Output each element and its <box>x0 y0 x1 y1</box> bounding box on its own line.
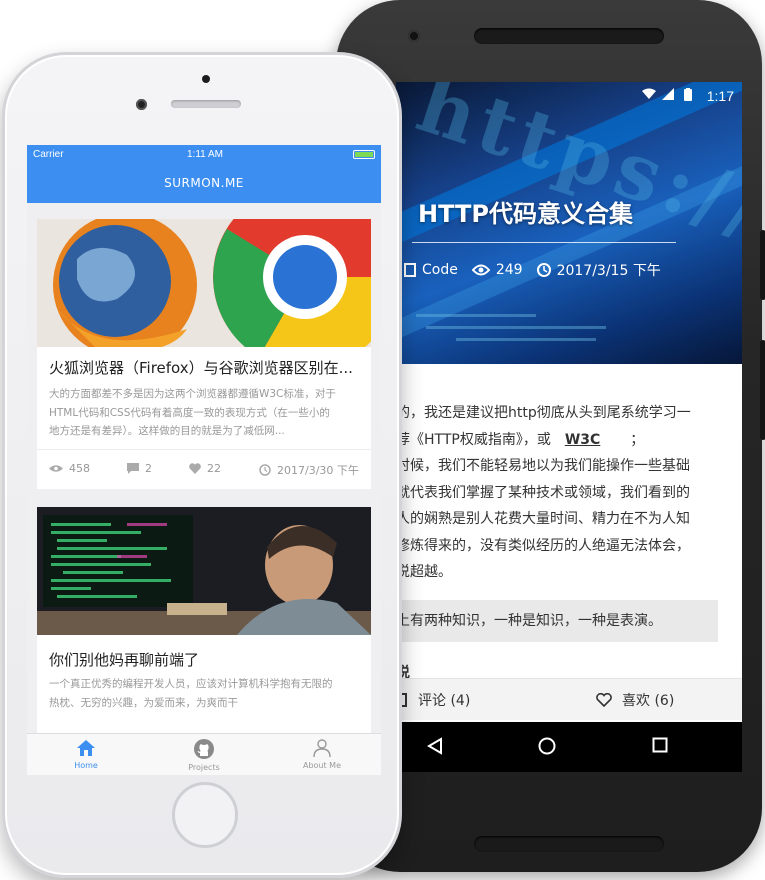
body-line: 荐《HTTP权威指南》，或 W3C； <box>396 431 645 448</box>
body-line: 时候，我们不能轻易地以为我们能操作一些基础 <box>396 458 690 474</box>
status-time: 1:17 <box>706 88 734 104</box>
views-meta: 458 <box>49 462 90 475</box>
heart-icon <box>189 463 201 474</box>
article-body: 的，我还是建议把http彻底从头到尾系统学习一 荐《HTTP权威指南》，或 W3C… <box>396 400 742 586</box>
post-title[interactable]: 你们别他妈再聊前端了 <box>49 649 199 670</box>
battery-icon <box>353 150 375 159</box>
status-time: 1:11 AM <box>187 149 223 160</box>
programmer-photo <box>37 507 371 635</box>
comment-icon <box>127 463 139 474</box>
article-meta: Code 249 2017/3/15 下午 <box>404 260 661 280</box>
top-speaker <box>474 28 664 44</box>
post-excerpt: 大的方面都差不多是因为这两个浏览器都遵循W3C标准，对于 HTML代码和CSS代… <box>49 388 336 437</box>
iphone-screen: Carrier 1:11 AM SURMON.ME 火狐浏览器（Firefox）… <box>27 145 381 775</box>
date-meta: 2017/3/15 下午 <box>536 260 661 280</box>
eye-icon <box>471 264 490 276</box>
body-line: 说超越。 <box>396 564 452 580</box>
recents-icon[interactable] <box>652 737 668 753</box>
back-icon[interactable] <box>426 737 444 755</box>
book-icon <box>404 263 416 277</box>
post-excerpt: 一个真正优秀的编程开发人员，应该对计算机科学抱有无限的 热枕、无穷的兴趣，为爱而… <box>49 678 333 709</box>
wifi-icon <box>642 88 656 104</box>
iphone: Carrier 1:11 AM SURMON.ME 火狐浏览器（Firefox）… <box>2 52 402 878</box>
article-actions: 评论 (4) 喜欢 (6) <box>396 678 742 720</box>
likes-meta[interactable]: 22 <box>189 462 221 475</box>
power-button <box>760 340 765 440</box>
tab-projects[interactable]: Projects <box>145 738 263 772</box>
home-button[interactable] <box>172 782 238 848</box>
body-line: 修炼得来的，没有类似经历的人绝逼无法体会， <box>396 537 690 554</box>
views-count: 249 <box>495 262 523 278</box>
browser-logos-image <box>37 219 371 347</box>
post-thumbnail <box>37 507 371 635</box>
heart-icon <box>596 693 612 707</box>
like-button[interactable]: 喜欢 (6) <box>596 690 674 710</box>
tab-about-me[interactable]: About Me <box>263 738 381 770</box>
date-meta: 2017/3/30 下午 <box>259 462 359 478</box>
signal-icon <box>662 88 674 104</box>
article-title: HTTP代码意义合集 <box>418 200 633 228</box>
tab-bar: Home Projects About Me <box>27 733 381 775</box>
user-icon <box>313 739 331 758</box>
body-line: 人的娴熟是别人花费大量时间、精力在不为人知 <box>396 511 690 527</box>
front-camera <box>408 30 420 42</box>
battery-icon <box>684 88 692 105</box>
bottom-speaker <box>474 836 664 852</box>
github-icon <box>194 739 214 759</box>
title-divider <box>412 242 676 243</box>
earpiece <box>171 100 241 108</box>
android-status-bar: 1:17 <box>396 82 742 110</box>
proximity-sensor <box>202 75 210 83</box>
app-header-title: SURMON.ME <box>27 165 381 203</box>
comments-meta[interactable]: 2 <box>127 462 152 475</box>
w3c-link[interactable]: W3C <box>565 432 600 448</box>
carrier-label: Carrier <box>33 149 64 160</box>
post-card[interactable]: 火狐浏览器（Firefox）与谷歌浏览器区别在... 大的方面都差不多是因为这两… <box>37 219 371 489</box>
ios-status-bar: Carrier 1:11 AM <box>27 145 381 165</box>
android-screen: https://www. 1:17 HTTP代码意义合集 Code 249 20… <box>396 82 742 772</box>
post-thumbnail <box>37 219 371 347</box>
post-meta: 458 2 22 2017/3/30 下午 <box>37 449 371 489</box>
tab-home[interactable]: Home <box>27 738 145 770</box>
post-title[interactable]: 火狐浏览器（Firefox）与谷歌浏览器区别在... <box>49 357 353 378</box>
comments-button[interactable]: 评论 (4) <box>396 690 470 710</box>
body-line: 就代表我们掌握了某种技术或领域，我们看到的 <box>396 484 690 501</box>
date-label: 2017/3/15 下午 <box>556 263 661 279</box>
post-card[interactable]: 你们别他妈再聊前端了 一个真正优秀的编程开发人员，应该对计算机科学抱有无限的 热… <box>37 507 371 737</box>
volume-button <box>760 230 765 300</box>
clock-icon <box>259 464 271 476</box>
views-meta: 249 <box>471 262 523 278</box>
home-circle-icon[interactable] <box>538 737 556 755</box>
home-icon <box>77 740 95 756</box>
blockquote: 上有两种知识，一种是知识，一种是表演。 <box>396 600 718 642</box>
category-label: Code <box>422 262 458 278</box>
front-camera <box>136 99 147 110</box>
eye-icon <box>49 465 63 472</box>
article-hero-image: https://www. 1:17 HTTP代码意义合集 Code 249 20… <box>396 82 742 364</box>
android-nav-bar <box>396 722 742 772</box>
body-line: 的，我还是建议把http彻底从头到尾系统学习一 <box>396 405 691 421</box>
category-meta[interactable]: Code <box>404 262 458 278</box>
clock-icon <box>536 263 551 277</box>
